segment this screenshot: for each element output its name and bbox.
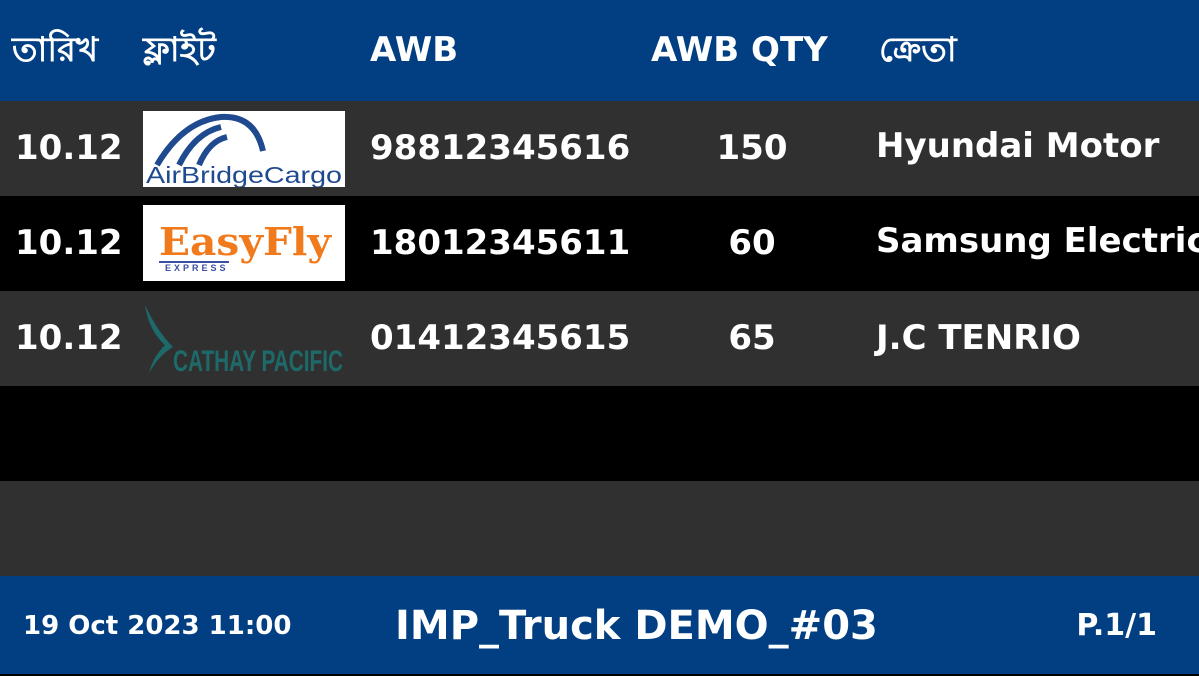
row-date: 10.12 <box>15 318 123 358</box>
row-buyer: J.C TENRIO <box>876 318 1081 358</box>
easyfly-logo-text: EasyFly <box>159 219 332 264</box>
row-qty: 65 <box>728 318 776 358</box>
row-date: 10.12 <box>15 223 123 263</box>
empty-row <box>0 386 1199 481</box>
row-awb: 01412345615 <box>370 318 631 358</box>
airbridgecargo-logo: AirBridgeCargo <box>143 111 345 187</box>
page-indicator: P.1/1 <box>1076 608 1157 643</box>
empty-row <box>0 481 1199 576</box>
easyfly-logo-subtext: EXPRESS <box>165 263 229 273</box>
table-row: 10.12 CATHAY PACIFIC 01412345615 65 J.C … <box>0 291 1199 386</box>
cathay-pacific-logo-text: CATHAY PACIFIC <box>173 345 343 377</box>
header-flight: ফ্লাইট <box>143 30 216 70</box>
row-buyer: Hyundai Motor <box>876 126 1160 166</box>
row-awb: 98812345616 <box>370 128 631 168</box>
row-qty: 150 <box>716 128 788 168</box>
row-qty: 60 <box>728 223 776 263</box>
footer-datetime: 19 Oct 2023 11:00 <box>23 611 292 641</box>
header-buyer: ক্রেতা <box>879 30 957 70</box>
table-header: তারিখ ফ্লাইট AWB AWB QTY ক্রেতা <box>0 0 1199 101</box>
cathay-pacific-logo: CATHAY PACIFIC <box>143 301 345 377</box>
row-buyer: Samsung Electric <box>876 221 1199 261</box>
row-date: 10.12 <box>15 128 123 168</box>
airbridgecargo-logo-text: AirBridgeCargo <box>146 162 342 187</box>
header-awb-qty: AWB QTY <box>651 30 828 70</box>
header-date: তারিখ <box>12 30 99 70</box>
table-row: 10.12 AirBridgeCargo 98812345616 150 Hyu… <box>0 101 1199 196</box>
footer-bar: 19 Oct 2023 11:00 IMP_Truck DEMO_#03 P.1… <box>0 576 1199 674</box>
row-awb: 18012345611 <box>370 223 631 263</box>
table-row: 10.12 EasyFly EXPRESS 18012345611 60 Sam… <box>0 196 1199 291</box>
easyfly-logo: EasyFly EXPRESS <box>143 205 345 281</box>
header-awb: AWB <box>370 30 459 70</box>
footer-title: IMP_Truck DEMO_#03 <box>395 603 878 649</box>
